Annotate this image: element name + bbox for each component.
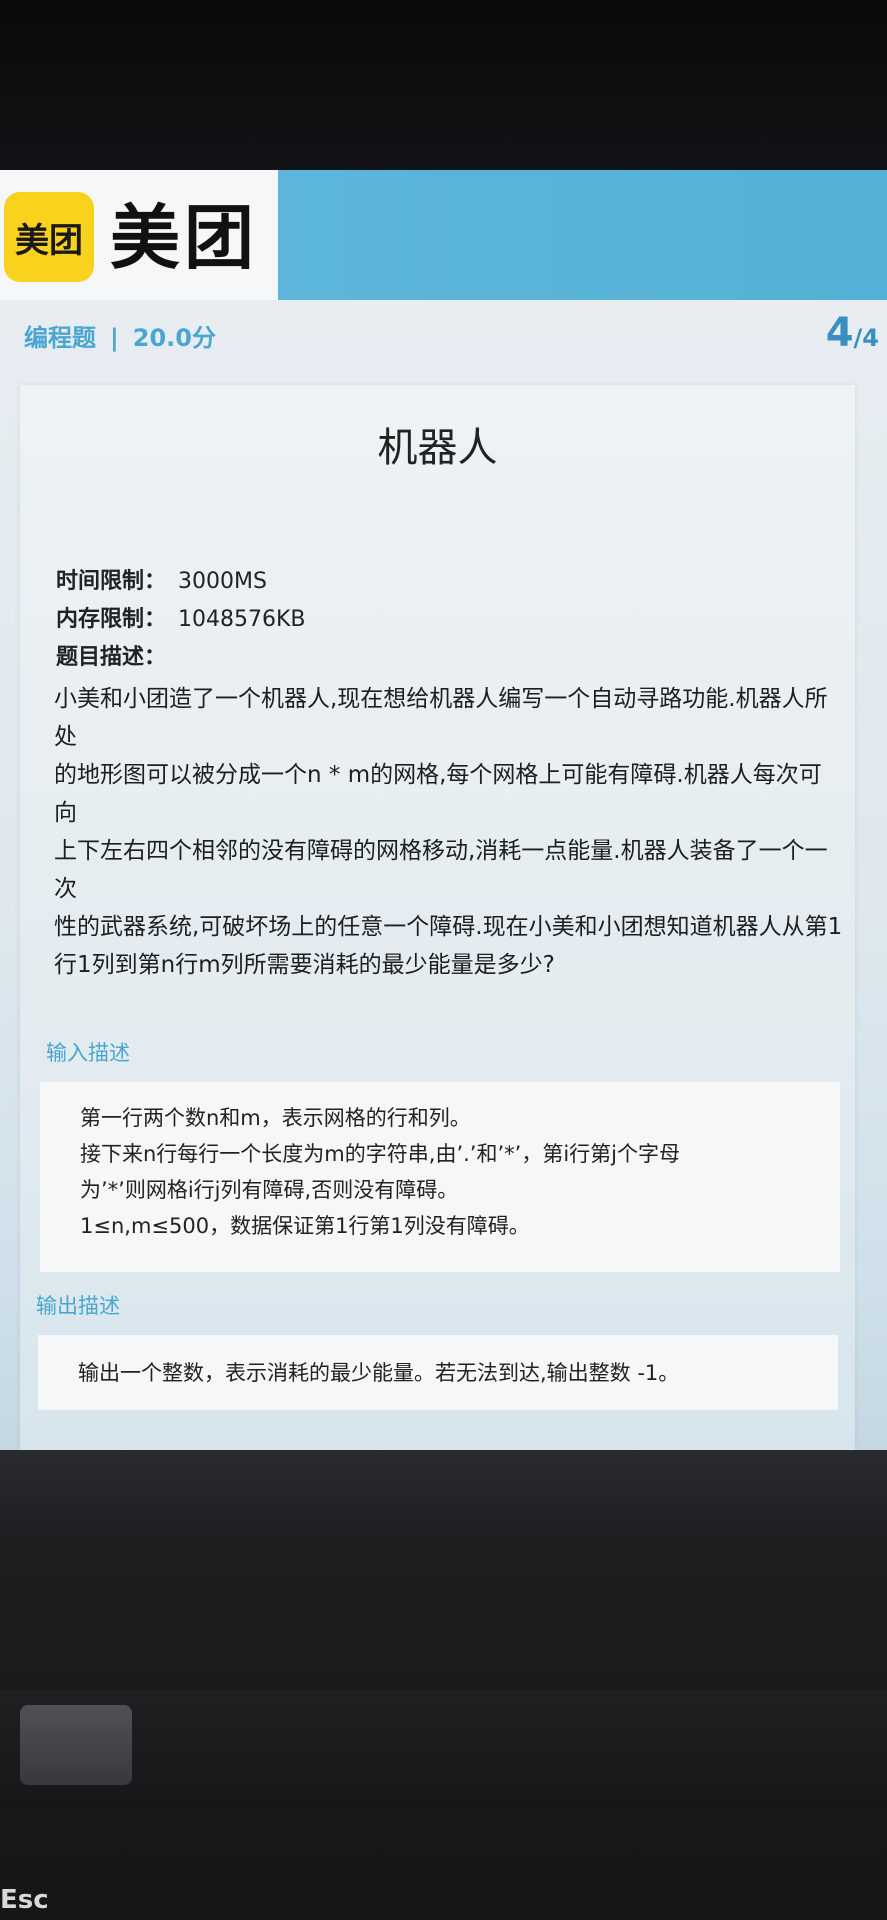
keyboard-key [20, 1705, 132, 1785]
input-line: 接下来n行每行一个长度为m的字符串,由’.’和’*’，第i行第j个字母 [80, 1142, 680, 1166]
time-limit: 时间限制： 3000MS [56, 563, 267, 595]
description-heading: 题目描述： [56, 639, 166, 671]
meta-separator: | [110, 324, 119, 352]
brand-name: 美团 [110, 197, 258, 279]
input-section-label: 输入描述 [46, 1041, 130, 1065]
description-label: 题目描述： [56, 645, 167, 670]
problem-description: 小美和小团造了一个机器人,现在想给机器人编写一个自动寻路功能.机器人所处 的地形… [54, 680, 844, 984]
question-score: 20.0分 [132, 324, 216, 352]
memory-limit-label: 内存限制： [56, 607, 167, 632]
memory-limit-value: 1048576KB [178, 607, 306, 632]
input-line: 为’*’则网格i行j列有障碍,否则没有障碍。 [80, 1178, 459, 1202]
current-question-number: 4 [825, 310, 854, 356]
browser-screen: 美团 美团 编程题 | 20.0分 4/4 机器人 时间限制： 3000MS 内存限制… [0, 170, 887, 1470]
meituan-logo-icon: 美团 [4, 192, 94, 282]
laptop-bezel [0, 1450, 887, 1920]
description-line: 的地形图可以被分成一个n * m的网格,每个网格上可能有障碍.机器人每次可向 [54, 762, 822, 826]
question-meta: 编程题 | 20.0分 [24, 318, 216, 353]
esc-key-label: Esc [0, 1885, 49, 1915]
input-description-box: 第一行两个数n和m，表示网格的行和列。 接下来n行每行一个长度为m的字符串,由’… [40, 1082, 840, 1272]
description-line: 小美和小团造了一个机器人,现在想给机器人编写一个自动寻路功能.机器人所处 [54, 686, 828, 750]
description-line: 性的武器系统,可破坏场上的任意一个障碍.现在小美和小团想知道机器人从第1 [54, 914, 843, 940]
photo-background-top [0, 0, 887, 172]
total-question-number: /4 [853, 324, 879, 352]
page-header: 美团 美团 [0, 170, 887, 300]
problem-card: 机器人 时间限制： 3000MS 内存限制： 1048576KB 题目描述： 小美和… [20, 385, 855, 1470]
header-banner [278, 170, 887, 300]
output-description: 输出一个整数，表示消耗的最少能量。若无法到达,输出整数 -1。 [78, 1361, 680, 1385]
input-line: 第一行两个数n和m，表示网格的行和列。 [80, 1106, 471, 1130]
description-line: 行1列到第n行m列所需要消耗的最少能量是多少? [54, 952, 555, 978]
question-type: 编程题 [24, 324, 96, 352]
input-line: 1≤n,m≤500，数据保证第1行第1列没有障碍。 [80, 1214, 530, 1238]
memory-limit: 内存限制： 1048576KB [56, 601, 306, 633]
description-line: 上下左右四个相邻的没有障碍的网格移动,消耗一点能量.机器人装备了一个一次 [54, 838, 828, 902]
problem-title: 机器人 [377, 425, 498, 471]
time-limit-value: 3000MS [178, 569, 267, 594]
input-description: 第一行两个数n和m，表示网格的行和列。 接下来n行每行一个长度为m的字符串,由’… [80, 1100, 680, 1244]
output-description-box: 输出一个整数，表示消耗的最少能量。若无法到达,输出整数 -1。 [38, 1335, 838, 1410]
header-logo-area: 美团 美团 [0, 170, 278, 300]
keyboard-area [0, 1690, 887, 1810]
output-section-label: 输出描述 [36, 1294, 120, 1318]
time-limit-label: 时间限制： [56, 569, 167, 594]
question-counter: 4/4 [826, 310, 879, 356]
